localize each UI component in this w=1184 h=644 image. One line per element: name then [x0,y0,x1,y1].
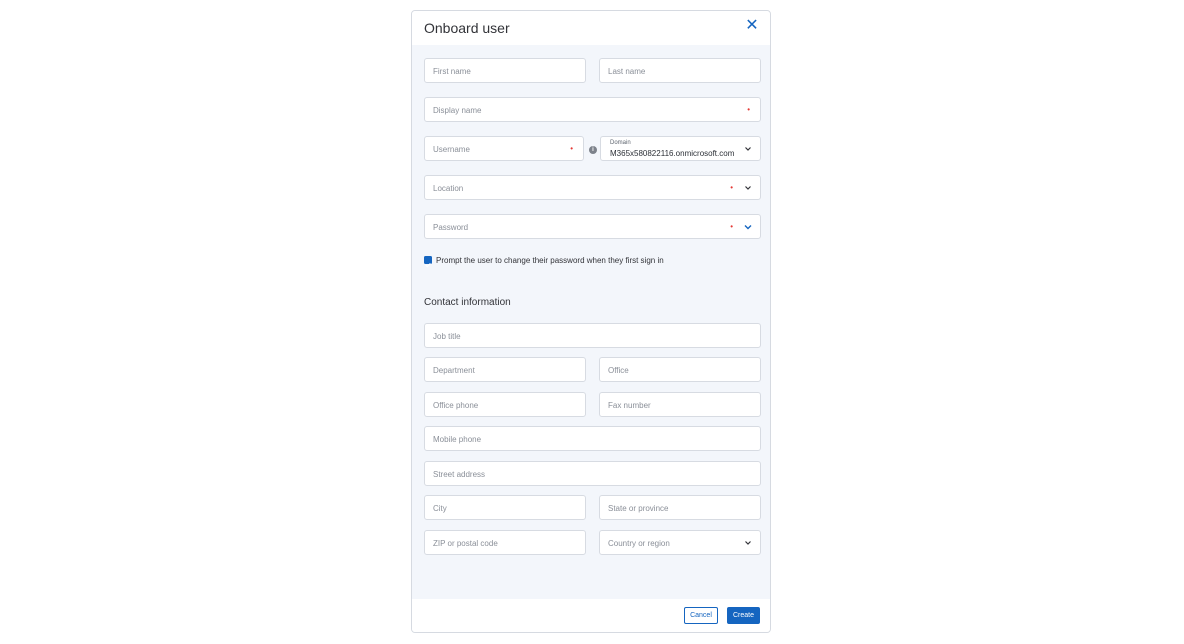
last-name-field[interactable]: Last name [599,58,761,83]
mobile-phone-field[interactable]: Mobile phone [424,426,761,451]
domain-value: M365x580822116.onmicrosoft.com [610,149,735,158]
display-name-field[interactable]: Display name • [424,97,761,122]
fax-number-field[interactable]: Fax number [599,392,761,417]
state-or-province-field[interactable]: State or province [599,495,761,520]
country-or-region-dropdown[interactable]: Country or region [599,530,761,555]
first-name-placeholder: First name [433,67,471,76]
office-placeholder: Office [608,366,629,375]
city-field[interactable]: City [424,495,586,520]
state-or-province-placeholder: State or province [608,504,669,513]
chevron-down-icon [745,147,751,151]
location-dropdown[interactable]: Location • [424,175,761,200]
chevron-down-icon [745,186,751,190]
zip-code-placeholder: ZIP or postal code [433,539,498,548]
street-address-field[interactable]: Street address [424,461,761,486]
domain-dropdown[interactable]: Domain M365x580822116.onmicrosoft.com [600,136,761,161]
onboard-user-dialog: Onboard user ✕ First name Last name Disp… [411,10,771,633]
username-field[interactable]: Username • [424,136,584,161]
last-name-placeholder: Last name [608,67,646,76]
dialog-header: Onboard user ✕ [412,11,770,45]
zip-code-field[interactable]: ZIP or postal code [424,530,586,555]
fax-number-placeholder: Fax number [608,401,651,410]
checkmark-icon [425,262,431,268]
city-placeholder: City [433,504,447,513]
office-field[interactable]: Office [599,357,761,382]
password-placeholder: Password [433,223,469,232]
domain-label: Domain [610,140,631,146]
first-name-field[interactable]: First name [424,58,586,83]
mobile-phone-placeholder: Mobile phone [433,435,482,444]
create-button[interactable]: Create [727,607,760,624]
dialog-footer: Cancel Create [412,599,770,632]
cancel-button[interactable]: Cancel [684,607,718,624]
close-icon[interactable]: ✕ [744,17,760,35]
chevron-down-icon [745,541,751,545]
required-indicator: • [747,105,750,114]
street-address-placeholder: Street address [433,470,486,479]
username-placeholder: Username [433,145,470,154]
department-field[interactable]: Department [424,357,586,382]
display-name-placeholder: Display name [433,106,482,115]
required-indicator: • [570,144,573,153]
office-phone-field[interactable]: Office phone [424,392,586,417]
prompt-password-change-label: Prompt the user to change their password… [436,256,664,265]
job-title-placeholder: Job title [433,332,461,341]
job-title-field[interactable]: Job title [424,323,761,348]
country-or-region-placeholder: Country or region [608,539,670,548]
contact-information-heading: Contact information [424,297,511,308]
department-placeholder: Department [433,366,475,375]
required-indicator: • [730,222,733,231]
prompt-password-change-checkbox[interactable] [424,256,432,268]
dialog-title: Onboard user [424,20,510,36]
required-indicator: • [730,183,733,192]
chevron-down-icon[interactable] [744,223,752,231]
info-icon[interactable]: i [589,146,597,154]
location-placeholder: Location [433,184,464,193]
password-field[interactable]: Password • [424,214,761,239]
office-phone-placeholder: Office phone [433,401,479,410]
